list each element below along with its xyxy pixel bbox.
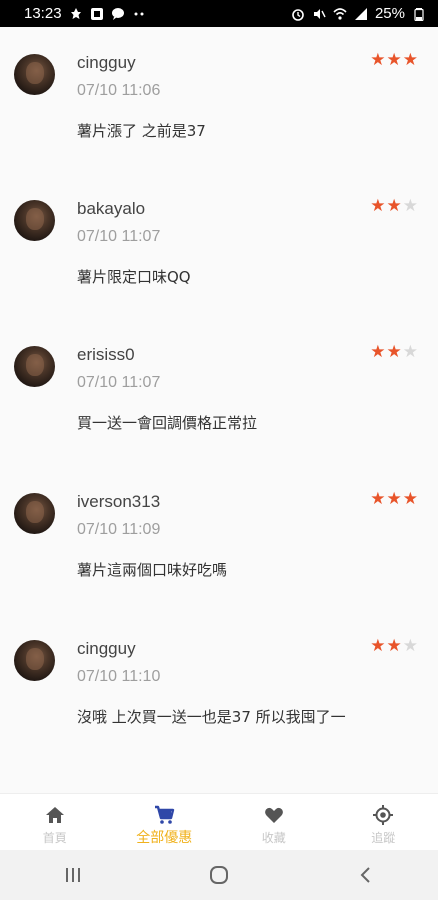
status-bar: 13:23 25% xyxy=(0,0,438,27)
star-icon: ★ xyxy=(370,636,386,656)
review-username: bakayalo xyxy=(77,199,146,218)
review-item: iverson313 07/10 11:09 薯片這兩個口味好吃嗎 ★ ★ ★ xyxy=(0,466,438,612)
more-notifications-icon xyxy=(132,7,146,21)
signal-icon xyxy=(354,7,368,21)
star-rating: ★ ★ ★ xyxy=(370,198,418,215)
bottom-nav: 首頁 全部優惠 收藏 追蹤 xyxy=(0,793,438,851)
avatar[interactable] xyxy=(14,200,55,241)
review-comment: 薯片這兩個口味好吃嗎 xyxy=(77,561,228,579)
review-timestamp: 07/10 11:07 xyxy=(77,228,161,245)
system-nav-bar xyxy=(0,850,438,900)
review-comment: 薯片限定口味QQ xyxy=(77,268,191,286)
star-icon: ★ xyxy=(402,636,418,656)
nav-item-favorites[interactable]: 收藏 xyxy=(219,794,329,851)
star-rating: ★ ★ ★ xyxy=(370,52,418,69)
notification-icon xyxy=(69,7,83,21)
nav-label: 全部優惠 xyxy=(136,830,193,846)
star-icon: ★ xyxy=(370,489,386,509)
back-icon xyxy=(360,867,370,883)
battery-percent: 25% xyxy=(374,5,405,22)
star-icon: ★ xyxy=(386,489,402,509)
review-comment: 薯片漲了 之前是37 xyxy=(77,122,206,140)
review-username: cingguy xyxy=(77,53,136,72)
nav-item-tracking[interactable]: 追蹤 xyxy=(329,794,438,851)
recent-apps-icon xyxy=(66,868,80,882)
home-icon xyxy=(44,804,66,826)
back-button[interactable] xyxy=(345,855,385,895)
status-right: 25% xyxy=(291,5,426,22)
review-timestamp: 07/10 11:06 xyxy=(77,82,161,99)
review-list[interactable]: cingguy 07/10 11:06 薯片漲了 之前是37 ★ ★ ★ bakay… xyxy=(0,27,438,793)
star-icon: ★ xyxy=(402,489,418,509)
review-timestamp: 07/10 11:10 xyxy=(77,668,161,685)
star-icon: ★ xyxy=(386,636,402,656)
cart-icon xyxy=(153,804,175,826)
avatar[interactable] xyxy=(14,54,55,95)
nav-item-home[interactable]: 首頁 xyxy=(0,794,110,851)
status-left: 13:23 xyxy=(24,5,146,22)
alarm-icon xyxy=(291,7,305,21)
star-icon: ★ xyxy=(370,342,386,362)
star-rating: ★ ★ ★ xyxy=(370,491,418,508)
chat-notification-icon xyxy=(111,7,125,21)
app-notification-icon xyxy=(90,7,104,21)
recent-apps-button[interactable] xyxy=(53,855,93,895)
home-circle-icon xyxy=(210,866,228,884)
avatar[interactable] xyxy=(14,640,55,681)
status-time: 13:23 xyxy=(24,5,62,22)
star-icon: ★ xyxy=(386,342,402,362)
review-username: erisiss0 xyxy=(77,345,135,364)
review-username: cingguy xyxy=(77,639,136,658)
star-icon: ★ xyxy=(402,196,418,216)
review-item: cingguy 07/10 11:06 薯片漲了 之前是37 ★ ★ ★ xyxy=(0,27,438,173)
review-comment: 沒哦 上次買一送一也是37 所以我囤了一 xyxy=(77,708,346,726)
review-comment: 買一送一會回調價格正常拉 xyxy=(77,414,258,432)
star-icon: ★ xyxy=(386,50,402,70)
nav-label: 收藏 xyxy=(261,831,286,845)
heart-icon xyxy=(263,804,285,826)
wifi-icon xyxy=(333,7,347,21)
star-icon: ★ xyxy=(370,50,386,70)
review-item: bakayalo 07/10 11:07 薯片限定口味QQ ★ ★ ★ xyxy=(0,173,438,319)
review-timestamp: 07/10 11:07 xyxy=(77,374,161,391)
review-item: cingguy 07/10 11:10 沒哦 上次買一送一也是37 所以我囤了一… xyxy=(0,613,438,759)
avatar[interactable] xyxy=(14,493,55,534)
avatar[interactable] xyxy=(14,346,55,387)
target-icon xyxy=(372,804,394,826)
star-icon: ★ xyxy=(386,196,402,216)
star-rating: ★ ★ ★ xyxy=(370,638,418,655)
nav-label: 首頁 xyxy=(42,831,67,845)
home-button[interactable] xyxy=(199,855,239,895)
star-icon: ★ xyxy=(402,342,418,362)
star-rating: ★ ★ ★ xyxy=(370,344,418,361)
mute-icon xyxy=(312,7,326,21)
battery-icon xyxy=(412,7,426,21)
star-icon: ★ xyxy=(402,50,418,70)
review-timestamp: 07/10 11:09 xyxy=(77,521,161,538)
nav-label: 追蹤 xyxy=(371,831,396,845)
star-icon: ★ xyxy=(370,196,386,216)
review-item: erisiss0 07/10 11:07 買一送一會回調價格正常拉 ★ ★ ★ xyxy=(0,319,438,465)
review-username: iverson313 xyxy=(77,492,161,511)
nav-item-all-deals[interactable]: 全部優惠 xyxy=(110,794,220,851)
